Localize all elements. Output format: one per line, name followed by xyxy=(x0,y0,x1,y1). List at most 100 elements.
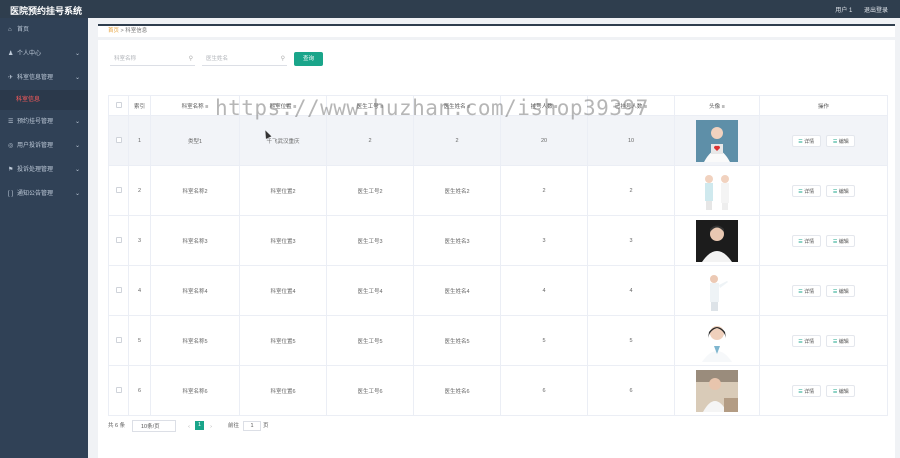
sidebar-item-label: 用户投诉管理 xyxy=(17,143,54,149)
chevron-down-icon: ⌄ xyxy=(74,167,80,173)
app-title: 医院预约挂号系统 xyxy=(10,6,83,16)
prev-page-button[interactable]: ‹ xyxy=(185,421,193,431)
detail-button[interactable]: ☰ 详情 xyxy=(791,234,821,247)
cell-booked: 4 xyxy=(587,265,675,316)
cell-location: 科室位置5 xyxy=(239,315,327,366)
detail-button[interactable]: ☰ 详情 xyxy=(791,334,821,347)
search-icon: ⚲ xyxy=(188,56,193,62)
cell-doctor-name: 医生姓名6 xyxy=(413,365,501,416)
cell-quota: 6 xyxy=(500,365,588,416)
sidebar-item-notice[interactable]: [ ] 通知公告管理 ⌄ xyxy=(0,182,88,206)
cell-location: 科室位置3 xyxy=(239,215,327,266)
top-right-menu: 用户 1 退出登录 xyxy=(825,5,888,14)
row-checkbox[interactable] xyxy=(108,215,129,266)
cell-booked: 10 xyxy=(587,115,675,166)
chevron-down-icon: ⌄ xyxy=(74,143,80,149)
cell-avatar xyxy=(674,365,760,416)
cell-actions: ☰ 详情 ☰ 编辑 xyxy=(759,365,888,416)
cell-quota: 3 xyxy=(500,215,588,266)
doctor-avatar xyxy=(696,269,738,312)
cell-doctor-no: 2 xyxy=(326,115,414,166)
page-unit-label: 页 xyxy=(263,423,269,429)
chevron-down-icon: ⌄ xyxy=(74,51,80,57)
cell-avatar xyxy=(674,165,760,216)
cell-doctor-no: 医生工号3 xyxy=(326,215,414,266)
sidebar-item-label: 个人中心 xyxy=(17,51,42,57)
sidebar-item-label: 科室信息管理 xyxy=(17,75,54,81)
detail-button[interactable]: ☰ 详情 xyxy=(791,384,821,397)
cell-quota: 20 xyxy=(500,115,588,166)
row-checkbox[interactable] xyxy=(108,165,129,216)
detail-button[interactable]: ☰ 详情 xyxy=(791,184,821,197)
detail-button[interactable]: ☰ 详情 xyxy=(791,134,821,147)
home-icon: ⌂ xyxy=(8,27,12,33)
cell-index: 1 xyxy=(128,115,151,166)
current-page[interactable]: 1 xyxy=(195,421,204,430)
edit-button[interactable]: ☰ 编辑 xyxy=(826,234,856,247)
cell-doctor-no: 医生工号2 xyxy=(326,165,414,216)
goto-page-input[interactable]: 1 xyxy=(243,421,261,431)
cell-location: 千飞武汉重庆 xyxy=(239,115,327,166)
cell-department-name: 科室名称4 xyxy=(150,265,240,316)
sidebar-item-home[interactable]: ⌂ 首页 xyxy=(0,18,88,42)
cell-doctor-no: 医生工号4 xyxy=(326,265,414,316)
sidebar-item-department[interactable]: ✈ 科室信息管理 ⌄ xyxy=(0,66,88,90)
cell-index: 3 xyxy=(128,215,151,266)
cell-department-name: 类型1 xyxy=(150,115,240,166)
cell-avatar xyxy=(674,265,760,316)
cell-actions: ☰ 详情 ☰ 编辑 xyxy=(759,115,888,166)
table-row: 6 科室名称6 科室位置6 医生工号6 医生姓名6 6 6 ☰ 详情 ☰ 编辑 xyxy=(108,365,888,416)
cell-doctor-no: 医生工号5 xyxy=(326,315,414,366)
cell-quota: 4 xyxy=(500,265,588,316)
department-table: 索引 科室名称 ≡ 科室位置 ≡ 医生工号 ≡ 医生姓名 ≡ 挂号人数 ≡ 已挂… xyxy=(108,95,888,416)
column-header[interactable]: 头像 ≡ xyxy=(674,95,760,116)
department-name-input[interactable]: 科室名称 ⚲ xyxy=(110,53,195,66)
row-checkbox[interactable] xyxy=(108,115,129,166)
sidebar-item-complaint-handling[interactable]: ⚑ 投诉处理管理 ⌄ xyxy=(0,158,88,182)
goto-label: 前往 xyxy=(228,423,240,429)
table-row: 1 类型1 千飞武汉重庆 2 2 20 10 ☰ 详情 ☰ 编辑 xyxy=(108,115,888,166)
search-button[interactable]: 查询 xyxy=(294,52,323,66)
cell-quota: 2 xyxy=(500,165,588,216)
select-all-checkbox[interactable] xyxy=(108,95,129,116)
edit-button[interactable]: ☰ 编辑 xyxy=(826,384,856,397)
row-checkbox[interactable] xyxy=(108,315,129,366)
doctor-avatar xyxy=(696,369,738,412)
cell-actions: ☰ 详情 ☰ 编辑 xyxy=(759,165,888,216)
user-label[interactable]: 用户 1 xyxy=(835,8,852,14)
edit-button[interactable]: ☰ 编辑 xyxy=(826,134,856,147)
doctor-name-input[interactable]: 医生姓名 ⚲ xyxy=(202,53,287,66)
cell-actions: ☰ 详情 ☰ 编辑 xyxy=(759,265,888,316)
doctor-avatar xyxy=(696,119,738,162)
edit-button[interactable]: ☰ 编辑 xyxy=(826,334,856,347)
breadcrumb-home[interactable]: 首页 xyxy=(108,28,119,34)
search-icon: ⚲ xyxy=(280,56,285,62)
logout-link[interactable]: 退出登录 xyxy=(864,8,888,14)
cell-booked: 5 xyxy=(587,315,675,366)
row-checkbox[interactable] xyxy=(108,365,129,416)
cell-department-name: 科室名称3 xyxy=(150,215,240,266)
sidebar-subitem-department-info[interactable]: 科室信息 xyxy=(0,90,88,110)
detail-button[interactable]: ☰ 详情 xyxy=(791,284,821,297)
next-page-button[interactable]: › xyxy=(207,421,215,431)
row-checkbox[interactable] xyxy=(108,265,129,316)
sidebar-item-label: 投诉处理管理 xyxy=(17,167,54,173)
edit-button[interactable]: ☰ 编辑 xyxy=(826,184,856,197)
flag-icon: ⚑ xyxy=(8,167,14,173)
search-placeholder: 科室名称 xyxy=(114,56,137,62)
edit-button[interactable]: ☰ 编辑 xyxy=(826,284,856,297)
cell-index: 6 xyxy=(128,365,151,416)
doctor-avatar xyxy=(696,319,738,362)
chevron-down-icon: ⌄ xyxy=(74,119,80,125)
cell-location: 科室位置4 xyxy=(239,265,327,316)
doctor-avatar xyxy=(696,169,738,212)
sidebar-item-complaint[interactable]: ◎ 用户投诉管理 ⌄ xyxy=(0,134,88,158)
cell-doctor-name: 医生姓名4 xyxy=(413,265,501,316)
cell-index: 2 xyxy=(128,165,151,216)
page-size-select[interactable]: 10条/页 xyxy=(132,420,176,432)
chevron-down-icon: ⌄ xyxy=(74,75,80,81)
sidebar-item-appointment[interactable]: ☰ 预约挂号管理 ⌄ xyxy=(0,110,88,134)
breadcrumb-separator: > xyxy=(120,28,124,34)
cell-actions: ☰ 详情 ☰ 编辑 xyxy=(759,215,888,266)
sidebar-item-profile[interactable]: ♟ 个人中心 ⌄ xyxy=(0,42,88,66)
